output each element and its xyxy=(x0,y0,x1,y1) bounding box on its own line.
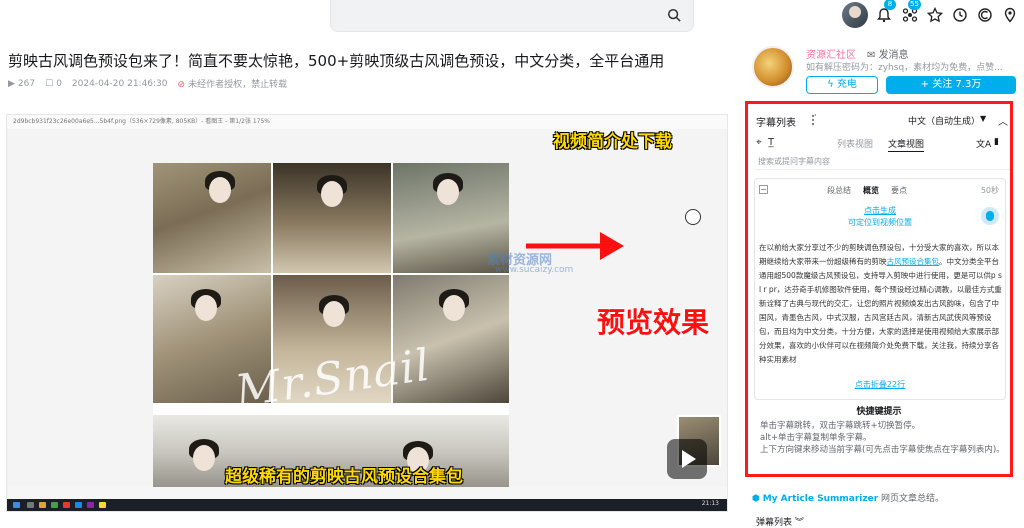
fold-link[interactable]: 点击折叠22行 xyxy=(755,379,1005,390)
comments: ☐ 0 xyxy=(45,78,62,89)
subtitle-search-input[interactable]: 搜索或提问字幕内容 xyxy=(754,154,1010,170)
toolbar-icons: ⌖ T̲ xyxy=(756,137,774,148)
top-icons: 8 55 xyxy=(842,0,1024,28)
translate-icon[interactable]: 文A xyxy=(976,137,991,150)
taskbar-app-icon xyxy=(51,502,58,508)
uploader-name[interactable]: 资源汇社区 xyxy=(806,46,856,61)
tab-key-points[interactable]: 要点 xyxy=(891,185,907,196)
summary-card: − 段总结 概览 要点 50秒 点击生成 可定位到视频位置 在以前给大家分享过不… xyxy=(754,178,1006,400)
star-icon[interactable] xyxy=(927,7,943,23)
follow-button[interactable]: + 关注 7.3万 xyxy=(886,76,1016,94)
taskbar-app-icon xyxy=(27,502,34,508)
reprint-notice: ⊘ 未经作者授权，禁止转载 xyxy=(177,80,288,90)
publish-time: 2024-04-20 21:46:30 xyxy=(71,78,168,89)
shortcut-item: 单击字幕跳转，双击字幕跳转+切换暂停。 xyxy=(760,421,921,431)
shortcut-item: alt+单击字幕复制单条字幕。 xyxy=(760,433,872,443)
more-icon[interactable] xyxy=(810,114,816,126)
user-avatar[interactable] xyxy=(842,2,868,28)
search-bar[interactable] xyxy=(330,0,694,32)
danmaku-list-tab[interactable]: 弹幕列表 ︾ xyxy=(756,515,804,528)
comment-icon: ☐ xyxy=(45,78,54,89)
taskbar-app-icon xyxy=(63,502,70,508)
video-title: 剪映古风调色预设包来了！简直不要太惊艳，500+剪映顶级古风调色预设，中文分类，… xyxy=(8,52,665,70)
creator-icon[interactable] xyxy=(977,7,993,23)
chevron-up-icon[interactable]: ︿ xyxy=(998,113,1008,128)
ai-icon[interactable] xyxy=(981,207,999,225)
extension-desc: 网页文章总结。 xyxy=(881,494,945,504)
shortcut-title: 快捷键提示 xyxy=(856,407,902,417)
text-icon[interactable]: T̲ xyxy=(768,137,774,148)
extension-name[interactable]: My Article Summarizer xyxy=(763,494,878,504)
send-message-link[interactable]: ✉ 发消息 xyxy=(867,46,909,61)
location-icon[interactable] xyxy=(1002,7,1018,23)
taskbar-app-icon xyxy=(39,502,46,508)
dynamic-badge: 55 xyxy=(908,0,921,10)
prohibit-icon: ⊘ xyxy=(177,80,186,90)
shortcut-list: 单击字幕跳转，双击字幕跳转+切换暂停。 alt+单击字幕复制单条字幕。 上下方向… xyxy=(760,420,1010,456)
shortcut-item: 上下方向键来移动当前字幕(可先点击字幕使焦点在字幕列表内)。 xyxy=(760,445,1005,455)
watermark-url: www.sucaizy.com xyxy=(495,265,574,275)
viewer-footer xyxy=(7,487,727,499)
preview-photo xyxy=(273,163,391,273)
extension-row[interactable]: ⬢ My Article Summarizer 网页文章总结。 xyxy=(752,491,944,504)
summary-tabs: 段总结 概览 要点 xyxy=(827,185,907,196)
subtitle-panel-title: 字幕列表 xyxy=(756,118,796,129)
preview-image-grid: Mr.Snail xyxy=(153,163,509,508)
caption-top: 视频简介处下载 xyxy=(553,132,672,152)
taskbar-app-icon xyxy=(75,502,82,508)
tab-list-view[interactable]: 列表视图 xyxy=(837,137,873,150)
locate-hint: 可定位到视频位置 xyxy=(848,218,912,227)
views: ▶ 267 xyxy=(8,78,36,89)
taskbar-app-icon xyxy=(99,502,106,508)
notification-badge: 8 xyxy=(884,0,896,10)
video-player[interactable]: 2d9bcb931f23c26e00a6e5...5b4f.png（536×72… xyxy=(6,114,728,512)
red-arrow-icon xyxy=(526,232,624,260)
summary-text: 在以前给大家分享过不少的剪映调色预设包，十分受大家的喜欢，所以本期继续给大家带来… xyxy=(759,243,1002,364)
taskbar-clock: 21:13 xyxy=(701,500,719,507)
collapse-icon[interactable]: − xyxy=(759,185,768,194)
lightning-icon: ϟ xyxy=(827,79,837,90)
locate-icon[interactable]: ⌖ xyxy=(756,137,762,148)
extension-icon: ⬢ xyxy=(752,494,763,504)
generate-link[interactable]: 点击生成 xyxy=(755,205,1005,216)
windows-icon xyxy=(13,502,20,508)
caption-middle: 预览效果 xyxy=(597,306,710,339)
tab-segment-summary[interactable]: 段总结 xyxy=(827,185,851,196)
summary-link[interactable]: 古风预设合集包 xyxy=(887,257,940,266)
taskbar-app-icon xyxy=(87,502,94,508)
language-select[interactable]: 中文（自动生成） xyxy=(908,114,980,127)
fan-icon xyxy=(685,209,701,225)
taskbar: 21:13 xyxy=(7,499,727,511)
video-meta: ▶ 267 ☐ 0 2024-04-20 21:46:30 ⊘ 未经作者授权，禁止转载 xyxy=(8,77,288,91)
play-icon[interactable] xyxy=(667,439,707,479)
tab-article-view[interactable]: 文章视图 xyxy=(888,137,925,152)
preview-photo xyxy=(153,163,271,273)
chevron-down-icon[interactable]: ▼ xyxy=(980,114,986,123)
uploader-signature: 如有解压密码为：zyhsq，素材均为免费，点赞... xyxy=(806,63,1003,73)
history-icon[interactable] xyxy=(952,7,968,23)
play-count-icon: ▶ xyxy=(8,78,15,89)
subtitle-panel: 字幕列表 中文（自动生成） ▼ ︿ ⌖ T̲ 列表视图 文章视图 文A ▮ 搜索… xyxy=(745,101,1013,477)
caption-bottom: 超级稀有的剪映古风预设合集包 xyxy=(225,467,463,487)
search-icon[interactable] xyxy=(667,8,681,22)
summary-duration: 50秒 xyxy=(980,186,999,195)
tab-overview[interactable]: 概览 xyxy=(863,185,879,196)
copy-icon[interactable]: ▮ xyxy=(994,137,999,147)
uploader-avatar[interactable] xyxy=(752,46,794,88)
charge-button[interactable]: ϟ 充电 xyxy=(806,76,878,94)
